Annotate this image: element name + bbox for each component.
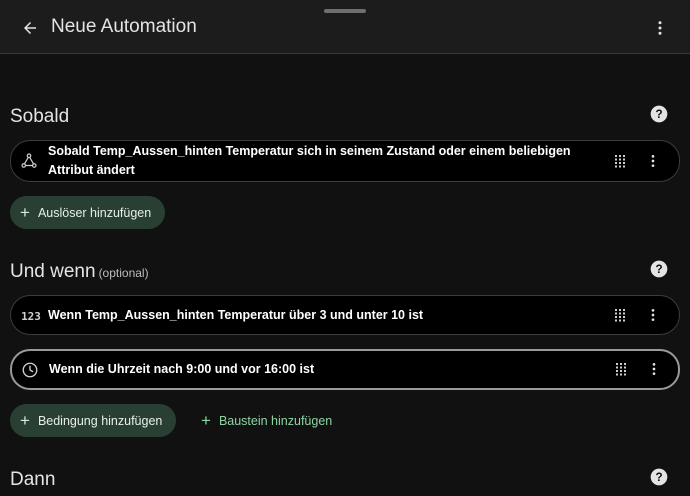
section-title-action-text: Dann [10,469,56,490]
section-title-action: Dann [10,468,55,492]
condition-card-numeric-text: Wenn Temp_Aussen_hinten Temperatur über … [48,308,424,322]
state-trigger-icon [19,151,39,171]
condition-card-numeric[interactable]: 123 Wenn Temp_Aussen_hinten Temperatur ü… [10,295,680,335]
dots-vertical-icon [651,155,655,167]
section-title-trigger-text: Sobald [10,106,70,127]
add-condition-label: Bedingung hinzufügen [37,413,163,428]
card-menu-button[interactable] [644,152,662,170]
help-button-condition[interactable]: ? [648,258,670,280]
numeric-123-icon: 123 [19,306,43,326]
numeric-icon-text: 123 [21,309,41,323]
condition-card-time[interactable]: Wenn die Uhrzeit nach 9:00 und vor 16:00… [10,349,680,390]
card-menu-button[interactable] [645,360,663,378]
help-button-action[interactable]: ? [648,466,670,488]
toolbar: Neue Automation [0,0,690,54]
drag-handle-icon[interactable] [613,361,629,377]
help-circle-icon: ? [650,260,668,278]
trigger-card[interactable]: Sobald Temp_Aussen_hinten Temperatur sic… [10,140,680,182]
arrow-left-icon [24,22,36,34]
card-menu-button[interactable] [644,306,662,324]
dots-vertical-icon [652,363,656,375]
drag-handle-icon[interactable] [612,153,628,169]
add-trigger-button[interactable]: + Auslöser hinzufügen [10,196,166,229]
svg-text:?: ? [655,108,662,121]
help-circle-icon: ? [650,105,668,123]
add-building-block-label: Baustein hinzufügen [218,413,333,428]
help-circle-icon: ? [650,468,668,486]
back-button[interactable] [14,12,46,44]
add-trigger-label: Auslöser hinzufügen [37,205,152,220]
add-building-block-button[interactable]: + Baustein hinzufügen [193,404,340,437]
svg-text:?: ? [655,471,662,484]
section-title-trigger: Sobald [10,105,69,129]
overflow-menu-button[interactable] [644,12,676,44]
plus-icon: + [20,411,30,430]
condition-card-time-text: Wenn die Uhrzeit nach 9:00 und vor 16:00… [49,362,315,376]
svg-text:?: ? [655,263,662,276]
editor-content: Sobald ? Sobald Temp_Aussen_hinten Tempe… [0,55,690,496]
plus-icon: + [201,411,211,430]
trigger-card-text: Sobald Temp_Aussen_hinten Temperatur sic… [48,144,571,177]
dots-vertical-icon [651,309,655,321]
drag-handle-icon[interactable] [612,307,628,323]
add-condition-button[interactable]: + Bedingung hinzufügen [10,404,177,437]
clock-icon [20,360,40,380]
sheet-drag-handle[interactable] [324,9,366,13]
section-title-condition-text: Und wenn [10,261,96,282]
dots-vertical-icon [658,21,662,35]
help-button-trigger[interactable]: ? [648,103,670,125]
page-title: Neue Automation [51,16,197,37]
optional-label: (optional) [98,266,149,280]
plus-icon: + [20,203,30,222]
section-title-condition: Und wenn (optional) [10,260,149,285]
